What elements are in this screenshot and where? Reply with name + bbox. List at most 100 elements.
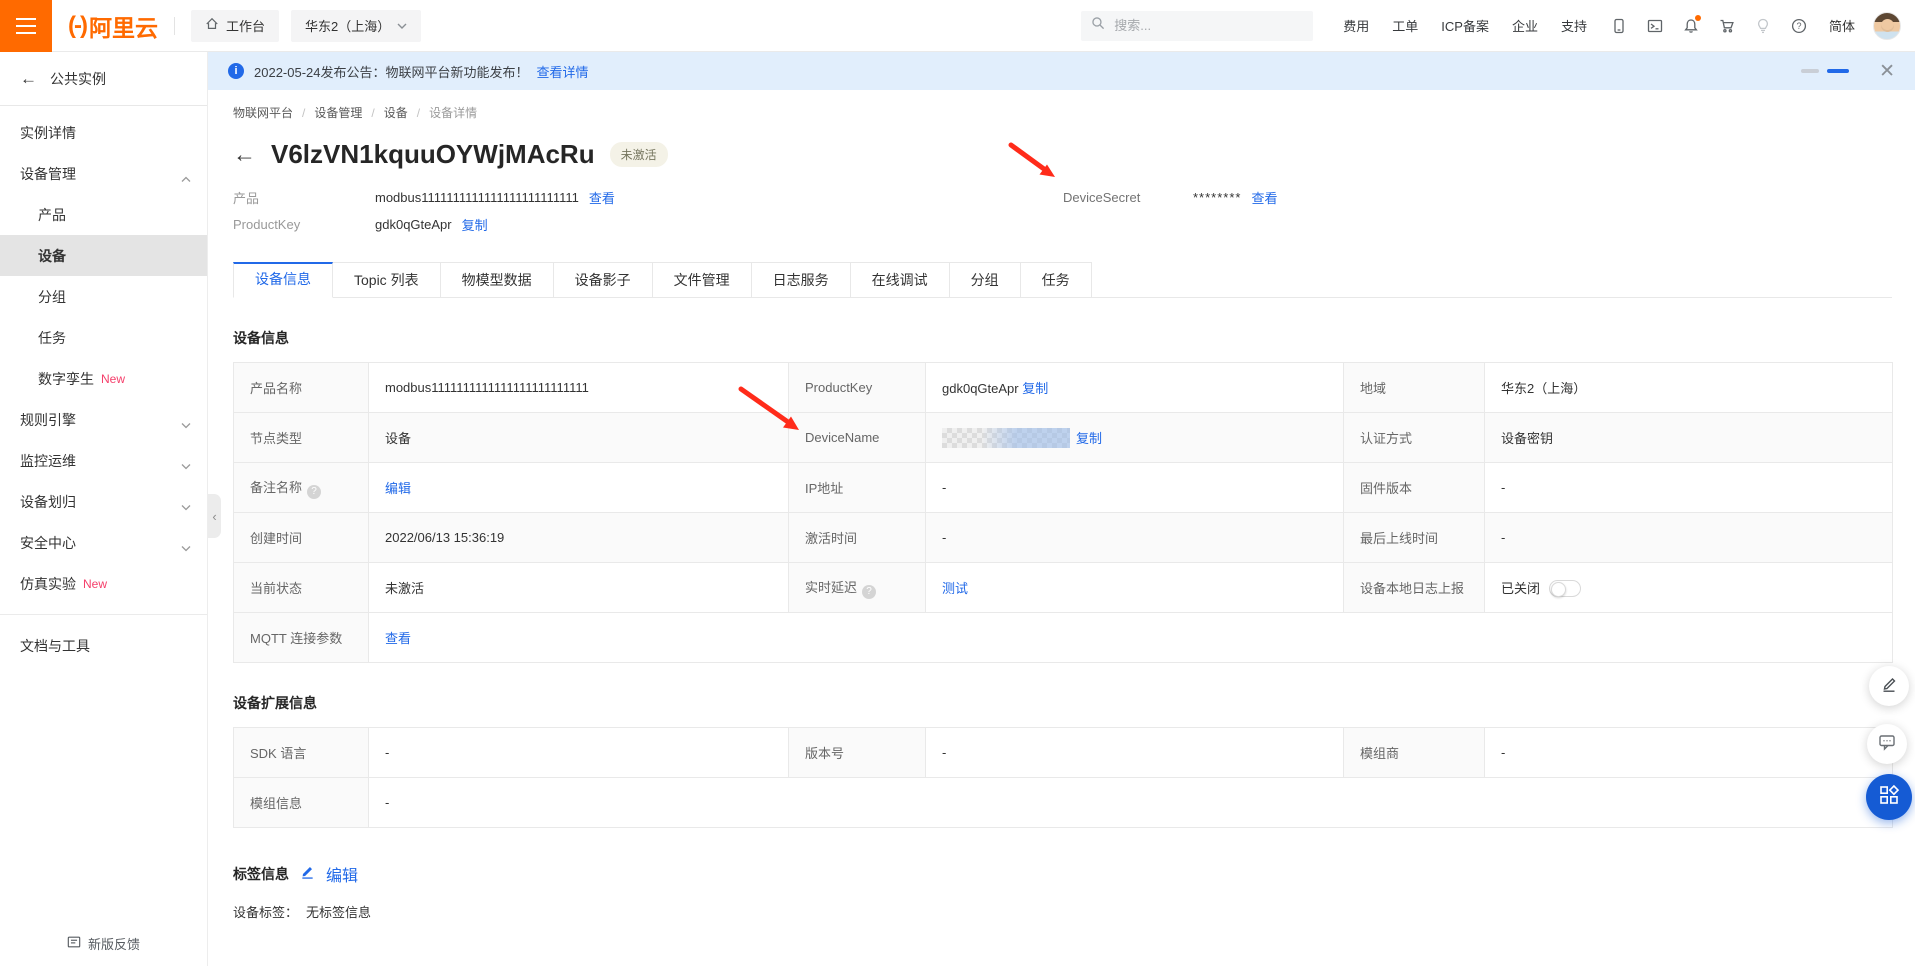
back-button[interactable]: ← bbox=[233, 143, 256, 166]
carousel-dot[interactable] bbox=[1801, 69, 1819, 73]
notifications-icon[interactable] bbox=[1683, 18, 1699, 34]
devicename-redacted-value bbox=[942, 428, 1070, 448]
edit-tags-link[interactable]: 编辑 bbox=[326, 862, 358, 886]
mobile-app-icon[interactable] bbox=[1611, 18, 1627, 34]
menu-billing[interactable]: 费用 bbox=[1343, 16, 1369, 35]
sidebar-item-jobs[interactable]: 任务 bbox=[0, 317, 207, 358]
language-selector[interactable]: 简体 bbox=[1829, 16, 1855, 35]
sidebar-item-device-assignment[interactable]: 设备划归 bbox=[0, 481, 207, 522]
device-meta: 产品 modbus1111111111111111111111111 查看 Pr… bbox=[233, 184, 1892, 238]
divider bbox=[174, 17, 175, 35]
section-title-ext-info: 设备扩展信息 bbox=[233, 693, 1892, 713]
sidebar-collapse-handle[interactable]: ‹ bbox=[208, 494, 221, 538]
view-devicesecret-link[interactable]: 查看 bbox=[1251, 188, 1277, 207]
new-badge: New bbox=[101, 372, 125, 386]
sidebar-item-docs-tools[interactable]: 文档与工具 bbox=[0, 625, 207, 666]
cell-label: 认证方式 bbox=[1360, 431, 1412, 446]
local-log-status-value: 已关闭 bbox=[1501, 581, 1540, 596]
productkey-cell-value: gdk0qGteApr bbox=[942, 381, 1019, 396]
sidebar-item-products[interactable]: 产品 bbox=[0, 194, 207, 235]
floating-apps-button[interactable] bbox=[1866, 774, 1912, 820]
sidebar-item-simulation[interactable]: 仿真实验 New bbox=[0, 563, 207, 604]
cell-label: MQTT 连接参数 bbox=[250, 631, 342, 646]
region-selector[interactable]: 华东2（上海） bbox=[291, 10, 421, 42]
menu-support[interactable]: 支持 bbox=[1561, 16, 1587, 35]
chevron-down-icon bbox=[181, 457, 191, 473]
help-icon[interactable]: ? bbox=[1791, 18, 1807, 34]
avatar[interactable] bbox=[1873, 12, 1901, 40]
carousel-dot-active[interactable] bbox=[1827, 69, 1849, 73]
floating-feedback-button[interactable] bbox=[1867, 724, 1907, 764]
tab-device-info[interactable]: 设备信息 bbox=[233, 262, 333, 298]
cell-label: ProductKey bbox=[805, 380, 872, 395]
copy-devicename-link[interactable]: 复制 bbox=[1076, 431, 1102, 446]
alicloud-logo-text: 阿里云 bbox=[89, 9, 158, 43]
console-icon[interactable] bbox=[1647, 18, 1663, 34]
latency-test-link[interactable]: 测试 bbox=[942, 581, 968, 596]
info-icon: i bbox=[228, 63, 244, 79]
sidebar-item-security-center[interactable]: 安全中心 bbox=[0, 522, 207, 563]
page-title: V6lzVN1kquuOYWjMAcRu bbox=[271, 139, 595, 170]
tab-device-shadow[interactable]: 设备影子 bbox=[554, 262, 653, 298]
sidebar-item-digital-twin[interactable]: 数字孪生 New bbox=[0, 358, 207, 399]
copy-productkey-link[interactable]: 复制 bbox=[462, 215, 488, 234]
pencil-icon bbox=[1880, 675, 1898, 698]
tab-jobs[interactable]: 任务 bbox=[1021, 262, 1092, 298]
breadcrumb-device-detail: 设备详情 bbox=[429, 104, 477, 121]
tab-topic-list[interactable]: Topic 列表 bbox=[333, 262, 441, 298]
lightbulb-icon[interactable] bbox=[1755, 18, 1771, 34]
svg-text:?: ? bbox=[1796, 21, 1801, 31]
last-online-value: - bbox=[1501, 530, 1505, 545]
cell-label: 模组信息 bbox=[250, 796, 302, 811]
breadcrumb-iot-platform[interactable]: 物联网平台 bbox=[233, 104, 293, 121]
local-log-toggle[interactable] bbox=[1549, 580, 1581, 597]
section-title-tags: 标签信息 bbox=[233, 864, 289, 884]
global-search[interactable] bbox=[1081, 11, 1313, 41]
announcement-detail-link[interactable]: 查看详情 bbox=[537, 62, 589, 81]
help-icon[interactable]: ? bbox=[307, 485, 321, 499]
feedback-icon bbox=[67, 935, 81, 952]
copy-productkey-link[interactable]: 复制 bbox=[1022, 381, 1048, 396]
hamburger-menu-button[interactable] bbox=[0, 0, 52, 52]
view-product-link[interactable]: 查看 bbox=[589, 188, 615, 207]
notification-badge bbox=[1695, 15, 1701, 21]
sidebar-header: ← 公共实例 bbox=[0, 52, 207, 106]
tab-file-management[interactable]: 文件管理 bbox=[653, 262, 752, 298]
version-value: - bbox=[942, 745, 946, 760]
tab-groups[interactable]: 分组 bbox=[950, 262, 1021, 298]
alicloud-logo-mark: (-) bbox=[68, 12, 86, 40]
view-mqtt-params-link[interactable]: 查看 bbox=[385, 631, 411, 646]
close-icon[interactable]: ✕ bbox=[1879, 62, 1895, 81]
sidebar-item-groups[interactable]: 分组 bbox=[0, 276, 207, 317]
current-status-value: 未激活 bbox=[385, 581, 424, 596]
breadcrumb-device-management[interactable]: 设备管理 bbox=[314, 104, 362, 121]
floating-edit-button[interactable] bbox=[1869, 666, 1909, 706]
sidebar-item-rules-engine[interactable]: 规则引擎 bbox=[0, 399, 207, 440]
sidebar-item-instance-detail[interactable]: 实例详情 bbox=[0, 112, 207, 153]
edit-remark-link[interactable]: 编辑 bbox=[385, 481, 411, 496]
activation-time-value: - bbox=[942, 530, 946, 545]
menu-tickets[interactable]: 工单 bbox=[1392, 16, 1418, 35]
topbar-icons: ? bbox=[1611, 18, 1807, 34]
tab-tsl-data[interactable]: 物模型数据 bbox=[441, 262, 554, 298]
menu-enterprise[interactable]: 企业 bbox=[1512, 16, 1538, 35]
tab-online-debug[interactable]: 在线调试 bbox=[851, 262, 950, 298]
table-row: 当前状态 未激活 实时延迟? 测试 设备本地日志上报 已关闭 bbox=[234, 563, 1893, 613]
alicloud-logo[interactable]: (-) 阿里云 bbox=[68, 9, 158, 43]
menu-icp[interactable]: ICP备案 bbox=[1441, 16, 1489, 35]
search-input[interactable] bbox=[1112, 17, 1303, 34]
cell-label: 设备本地日志上报 bbox=[1360, 581, 1464, 596]
sidebar-item-monitoring[interactable]: 监控运维 bbox=[0, 440, 207, 481]
sidebar-item-devices[interactable]: 设备 bbox=[0, 235, 207, 276]
breadcrumb-devices[interactable]: 设备 bbox=[384, 104, 408, 121]
divider bbox=[0, 614, 207, 615]
sidebar-item-device-management[interactable]: 设备管理 bbox=[0, 153, 207, 194]
help-icon[interactable]: ? bbox=[862, 585, 876, 599]
feedback-button[interactable]: 新版反馈 bbox=[0, 934, 207, 953]
cart-icon[interactable] bbox=[1719, 18, 1735, 34]
edit-pencil-icon[interactable] bbox=[300, 864, 315, 884]
workbench-button[interactable]: 工作台 bbox=[191, 10, 279, 42]
back-arrow-icon[interactable]: ← bbox=[20, 70, 37, 87]
module-vendor-value: - bbox=[1501, 745, 1505, 760]
tab-log-service[interactable]: 日志服务 bbox=[752, 262, 851, 298]
